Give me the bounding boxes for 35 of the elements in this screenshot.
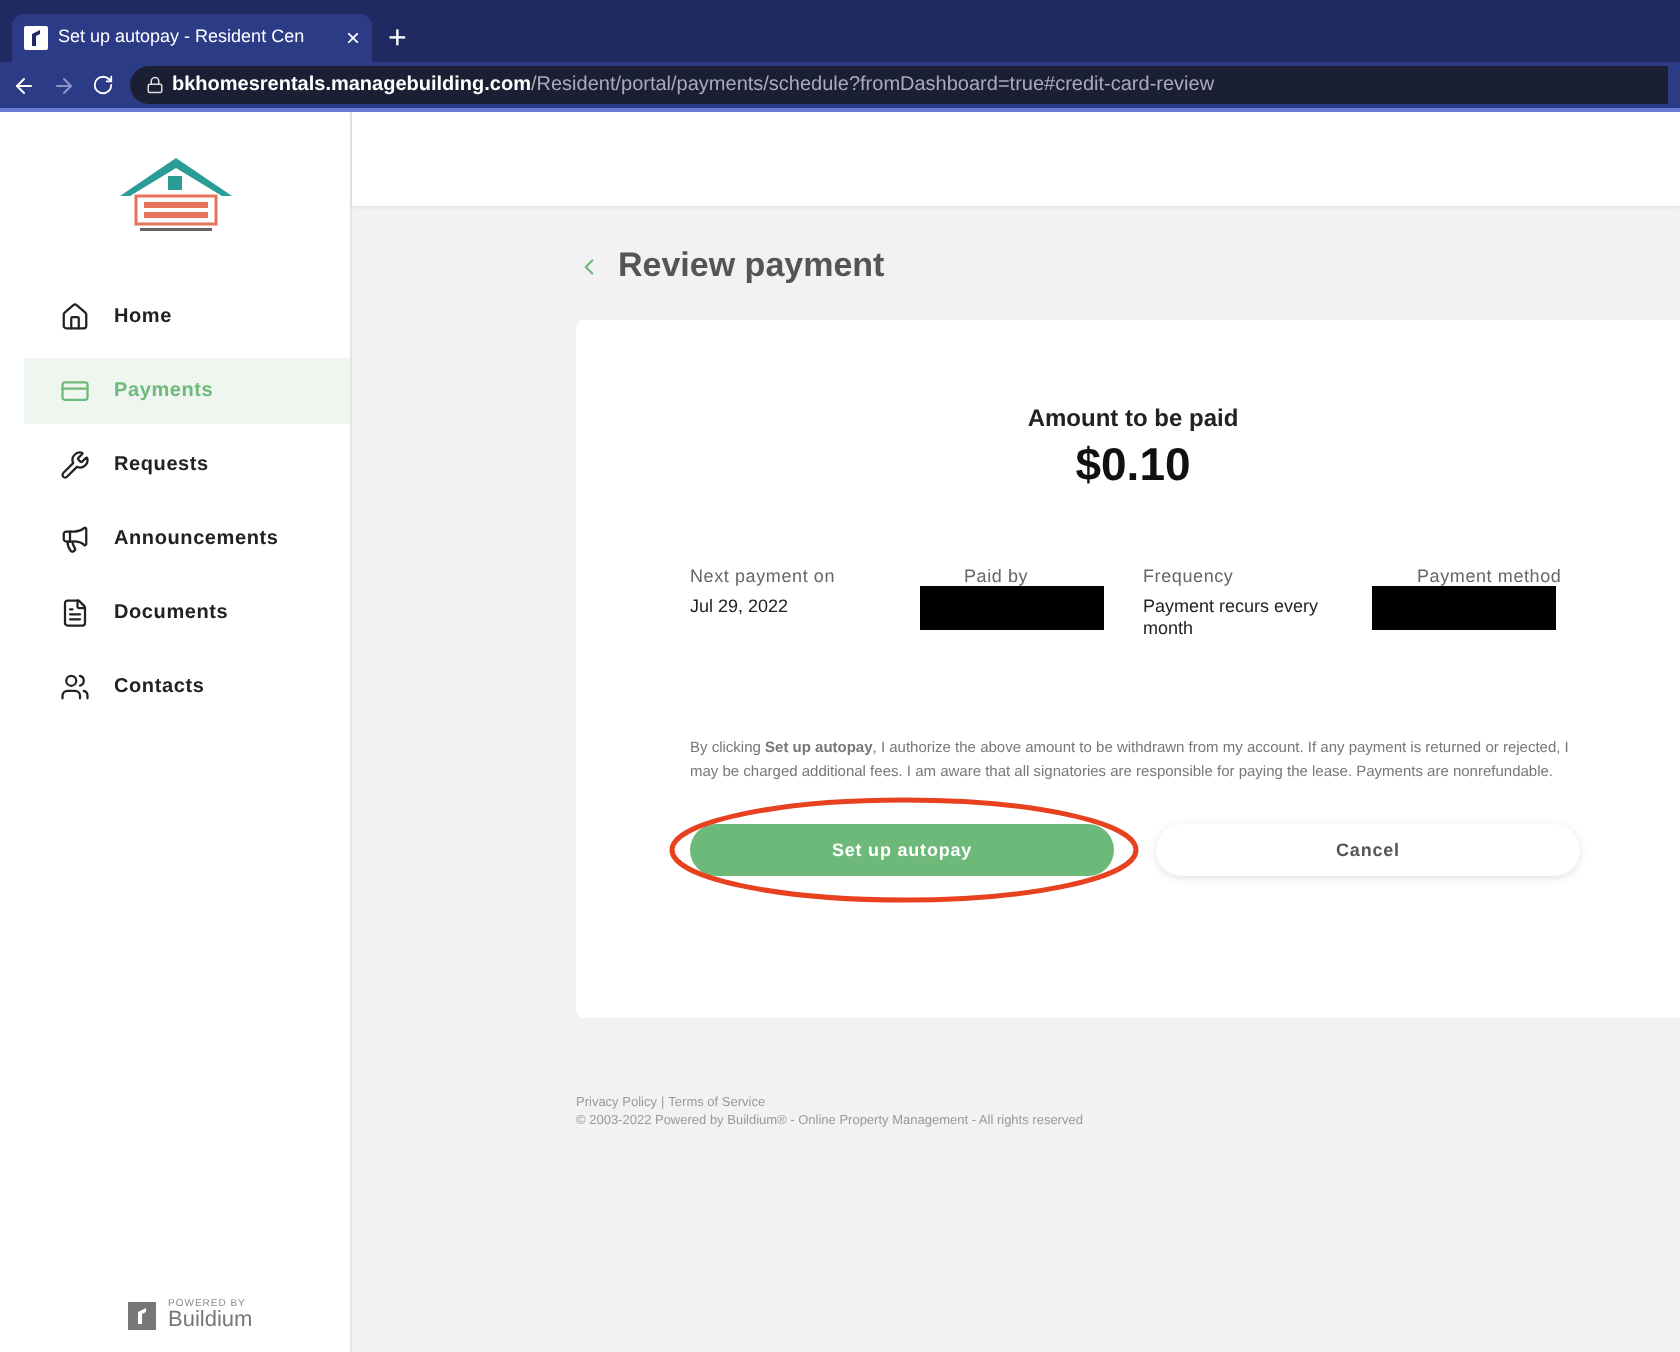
forward-icon[interactable] xyxy=(52,73,76,97)
sidebar-item[interactable]: Documents xyxy=(24,580,350,646)
detail-label: Frequency xyxy=(1143,563,1236,590)
tab-close[interactable]: × xyxy=(345,26,360,50)
new-tab-button[interactable]: + xyxy=(388,24,407,56)
sidebar-item[interactable]: Announcements xyxy=(24,506,350,572)
lock-icon xyxy=(146,76,164,94)
detail-value: Jul 29, 2022 xyxy=(690,596,791,619)
detail-label: Payment method xyxy=(1414,563,1562,590)
favicon-icon xyxy=(24,26,48,50)
browser-tab[interactable]: Set up autopay - Resident Cen × xyxy=(12,14,372,62)
amount-value: $0.10 xyxy=(1075,436,1191,494)
cancel-button[interactable]: Cancel xyxy=(1156,824,1580,877)
sidebar-item[interactable]: Requests xyxy=(24,432,350,498)
detail-value: Payment recurs every month xyxy=(1143,596,1321,641)
tab-title: Set up autopay - Resident Cen xyxy=(58,24,307,51)
sidebar-item[interactable]: Home xyxy=(24,284,350,350)
amount-label: Amount to be paid xyxy=(1027,402,1239,436)
page-title: Review payment xyxy=(618,244,885,289)
document-icon xyxy=(60,598,90,628)
detail-label: Paid by xyxy=(961,563,1029,590)
reload-icon[interactable] xyxy=(92,74,114,96)
brand-name: Buildium xyxy=(168,1310,253,1332)
wrench-icon xyxy=(60,450,90,480)
sidebar-item[interactable]: Contacts xyxy=(24,654,350,720)
card-icon xyxy=(60,376,90,406)
buildium-logo-icon xyxy=(128,1302,156,1330)
url-path: /Resident/portal/payments/schedule?fromDashboard=true#credit-card-review xyxy=(530,72,1215,100)
people-icon xyxy=(60,672,90,702)
back-icon[interactable] xyxy=(12,73,36,97)
detail-label: Next payment on xyxy=(690,563,838,590)
house-icon xyxy=(60,302,90,332)
url-field[interactable]: bkhomesrentals.managebuilding.com/Resident/portal/payments/schedule?fromDashboard=true#credit-card-review xyxy=(130,66,1668,104)
url-host: bkhomesrentals.managebuilding.com xyxy=(172,72,531,100)
megaphone-icon xyxy=(60,524,90,554)
